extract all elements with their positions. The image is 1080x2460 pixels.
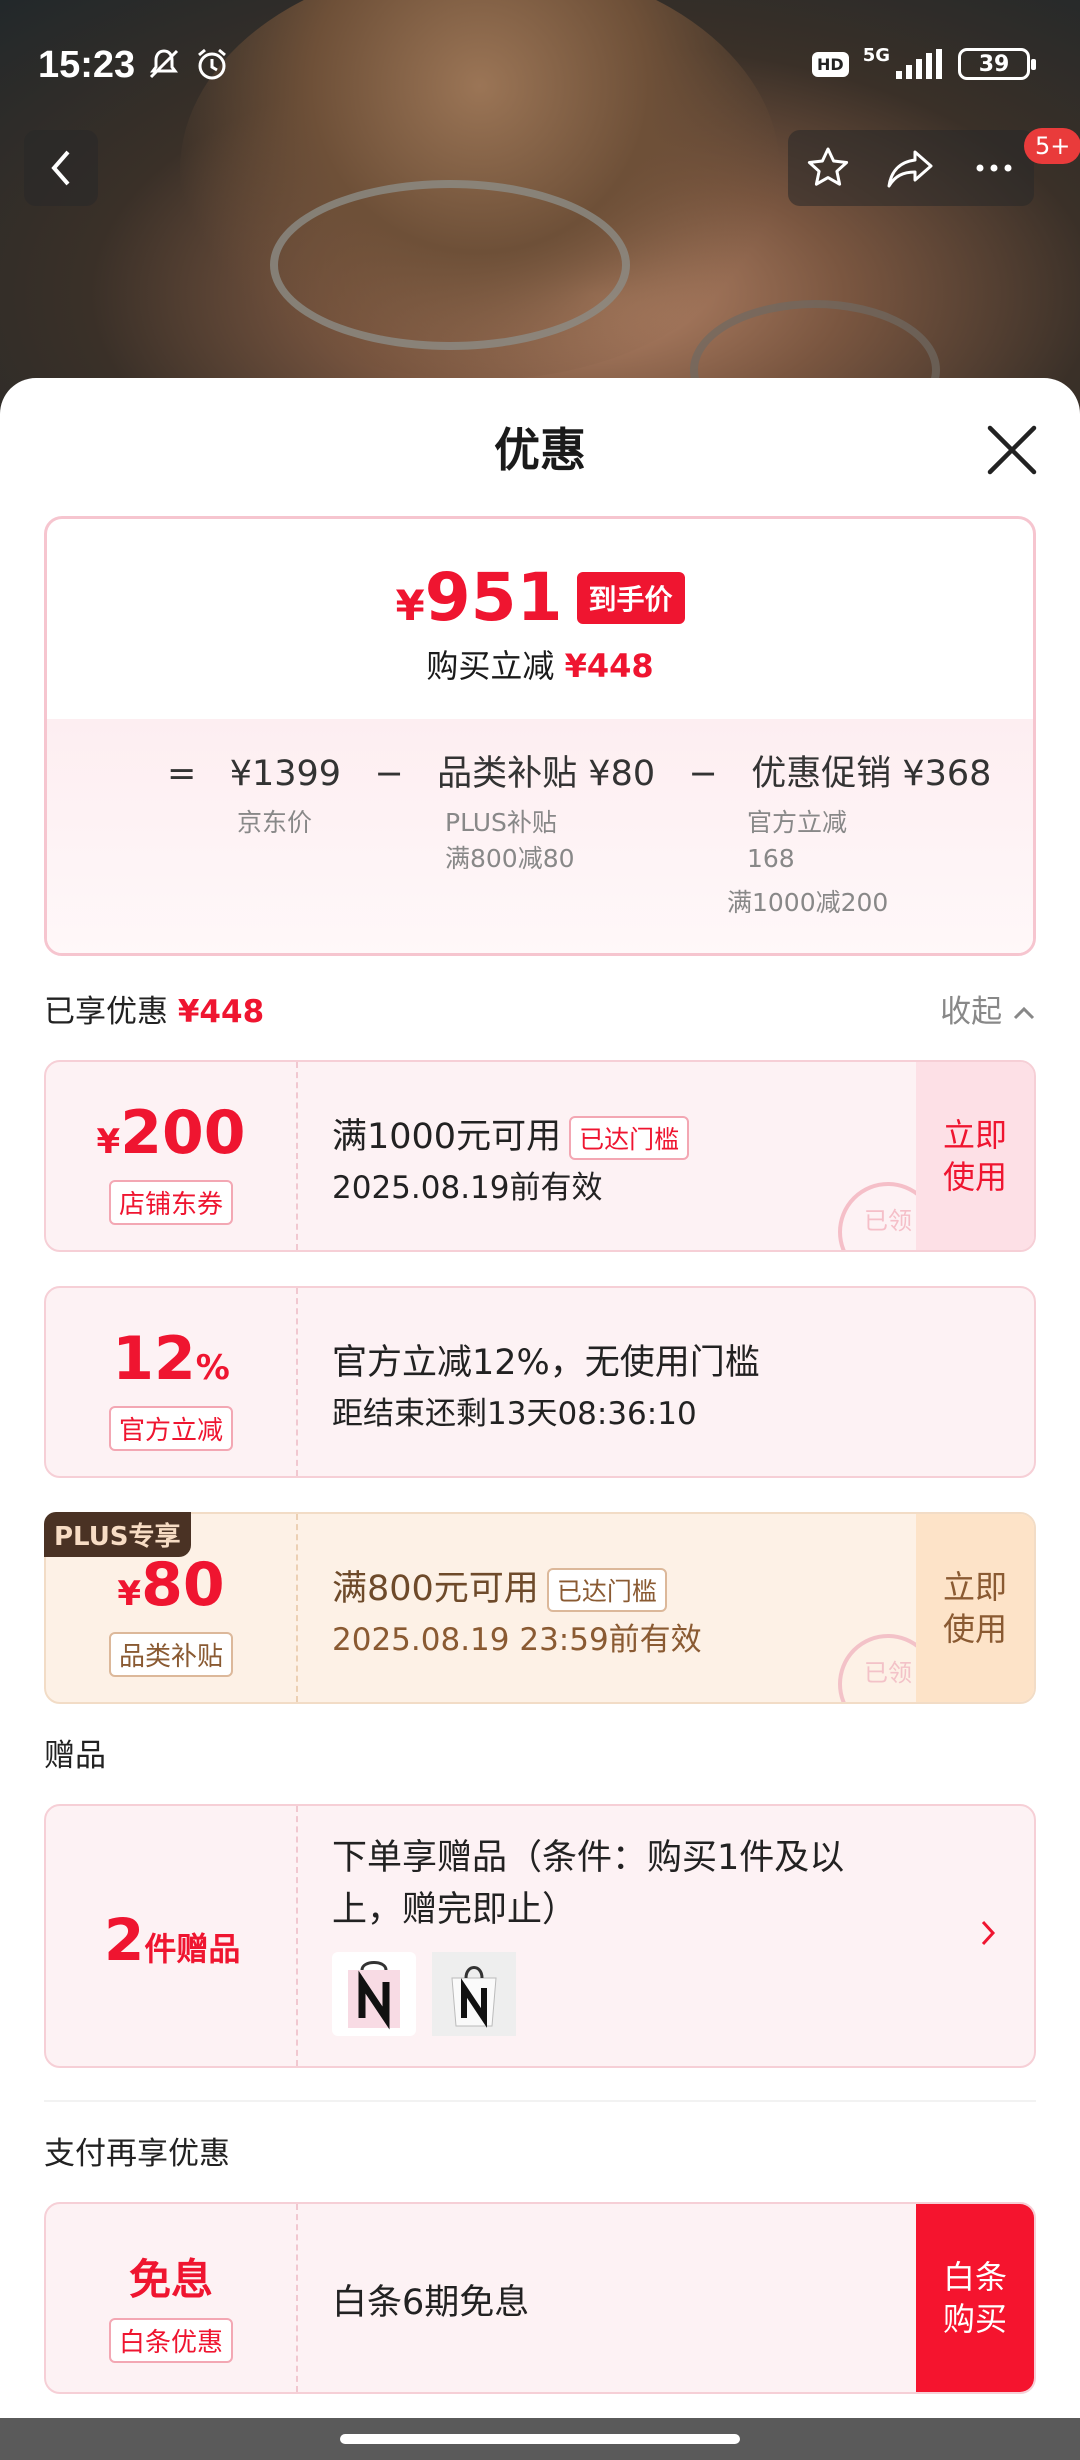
favorite-star-icon[interactable] bbox=[804, 144, 852, 192]
save-amount: ¥448 bbox=[564, 647, 654, 685]
plus-subsidy-coupon: ¥80 品类补贴 满800元可用 已达门槛 2025.08.19 23:59前有效… bbox=[44, 1512, 1036, 1704]
pay-section-label: 支付再享优惠 bbox=[44, 2136, 230, 2172]
coupon-condition: 官方立减12%，无使用门槛 bbox=[332, 1343, 760, 1383]
hd-badge: HD bbox=[812, 51, 849, 77]
gift-description: 下单享赠品（条件：购买1件及以上，赠完即止） bbox=[332, 1838, 845, 1930]
home-indicator[interactable] bbox=[340, 2434, 740, 2444]
status-bar: 15:23 HD 5G 39 bbox=[0, 0, 1080, 130]
price-breakdown: = ¥1399 − 品类补贴 ¥80 − 优惠促销 ¥368 京东价 PLUS补… bbox=[47, 719, 1033, 953]
baitiao-value: 免息 白条优惠 bbox=[46, 2204, 298, 2392]
battery-icon: 39 bbox=[958, 48, 1036, 80]
photo-glasses-left bbox=[270, 180, 630, 350]
header-actions bbox=[788, 130, 1034, 206]
plus-subsidy-label: PLUS补贴 满800减80 bbox=[445, 808, 575, 873]
jd-price-label: 京东价 bbox=[237, 808, 313, 837]
baitiao-description: 白条6期免息 bbox=[332, 2283, 530, 2323]
coupon-date: 2025.08.19 23:59前有效 bbox=[332, 1622, 702, 1658]
more-icon[interactable] bbox=[970, 144, 1018, 192]
final-price: ¥951 bbox=[395, 559, 563, 636]
chevron-right-icon bbox=[978, 1916, 998, 1957]
baitiao-offer-card: 免息 白条优惠 白条6期免息 白条 购买 bbox=[44, 2202, 1036, 2394]
price-summary-card: ¥951 到手价 购买立减 ¥448 = ¥1399 − 品类补贴 ¥80 − … bbox=[44, 516, 1036, 956]
coupon-kind: 官方立减 bbox=[108, 1406, 234, 1451]
gift-thumbnail bbox=[432, 1952, 516, 2036]
coupon-kind: 店铺东券 bbox=[108, 1180, 234, 1225]
network-label: 5G bbox=[862, 44, 890, 66]
collapse-button[interactable]: 收起 bbox=[940, 986, 1036, 1031]
coupon-amount: 12% bbox=[112, 1324, 230, 1394]
coupon-value: 12% 官方立减 bbox=[46, 1288, 298, 1476]
jd-price: ¥1399 bbox=[229, 754, 342, 794]
mute-bell-icon bbox=[149, 49, 179, 79]
price-formula: = ¥1399 − 品类补贴 ¥80 − 优惠促销 ¥368 bbox=[167, 745, 991, 796]
coupon-countdown: 距结束还剩13天08:36:10 bbox=[332, 1396, 697, 1432]
gift-count-block: 2件赠品 bbox=[46, 1806, 298, 2066]
use-now-button[interactable]: 立即 使用 bbox=[916, 1062, 1034, 1250]
status-time: 15:23 bbox=[38, 44, 136, 86]
coupon-amount: ¥200 bbox=[96, 1098, 246, 1168]
gift-count: 2件赠品 bbox=[104, 1906, 241, 1974]
alarm-icon bbox=[198, 48, 226, 80]
store-coupon: ¥200 店铺东券 满1000元可用 已达门槛 2025.08.19前有效 已领 … bbox=[44, 1060, 1036, 1252]
official-reduction-label: 官方立减 168 bbox=[747, 808, 848, 873]
category-subsidy: 品类补贴 ¥80 bbox=[437, 754, 656, 794]
enjoyed-label: 已享优惠 ¥448 bbox=[44, 994, 265, 1030]
coupon-date: 2025.08.19前有效 bbox=[332, 1170, 603, 1206]
baitiao-kind: 白条优惠 bbox=[108, 2318, 234, 2363]
use-now-button[interactable]: 立即 使用 bbox=[916, 1514, 1034, 1702]
tote-bag-image bbox=[432, 1952, 516, 2036]
enjoyed-amount: ¥448 bbox=[177, 994, 265, 1030]
threshold-reached-badge: 已达门槛 bbox=[546, 1568, 667, 1612]
status-right: HD 5G 39 bbox=[812, 44, 1036, 80]
promo-amount: 优惠促销 ¥368 bbox=[751, 754, 992, 794]
gift-thumbnail bbox=[332, 1952, 416, 2036]
gift-card[interactable]: 2件赠品 下单享赠品（条件：购买1件及以上，赠完即止） bbox=[44, 1804, 1036, 2068]
share-icon[interactable] bbox=[885, 144, 937, 192]
signal-icon bbox=[896, 49, 942, 79]
coupon-kind: 品类补贴 bbox=[108, 1632, 234, 1677]
full-reduction-label: 满1000减200 bbox=[727, 888, 889, 917]
official-reduction-coupon: 12% 官方立减 官方立减12%，无使用门槛 距结束还剩13天08:36:10 bbox=[44, 1286, 1036, 1478]
close-icon[interactable] bbox=[984, 422, 1040, 478]
divider bbox=[44, 2100, 1036, 2102]
gift-section-label: 赠品 bbox=[44, 1738, 106, 1774]
coupon-condition: 满800元可用 已达门槛 bbox=[332, 1560, 667, 1612]
interest-free-label: 免息 bbox=[128, 2255, 213, 2304]
coupon-condition: 满1000元可用 已达门槛 bbox=[332, 1108, 690, 1160]
chevron-up-icon bbox=[1013, 1006, 1035, 1020]
final-price-block: ¥951 到手价 购买立减 ¥448 bbox=[47, 519, 1033, 719]
baitiao-buy-button[interactable]: 白条 购买 bbox=[916, 2204, 1034, 2392]
save-line: 购买立减 ¥448 bbox=[426, 647, 654, 685]
coupon-amount: ¥80 bbox=[117, 1550, 225, 1620]
home-indicator-bar bbox=[0, 2418, 1080, 2460]
back-arrow-icon bbox=[51, 150, 70, 186]
coupon-value: ¥200 店铺东券 bbox=[46, 1062, 298, 1250]
final-price-tag: 到手价 bbox=[576, 571, 685, 624]
notification-badge: 5+ bbox=[1024, 128, 1080, 164]
threshold-reached-badge: 已达门槛 bbox=[569, 1116, 690, 1160]
back-button[interactable] bbox=[24, 130, 98, 206]
plus-exclusive-tag: PLUS专享 bbox=[44, 1512, 191, 1557]
sheet-title: 优惠 bbox=[494, 423, 586, 477]
gift-bag-image bbox=[348, 1961, 400, 2030]
